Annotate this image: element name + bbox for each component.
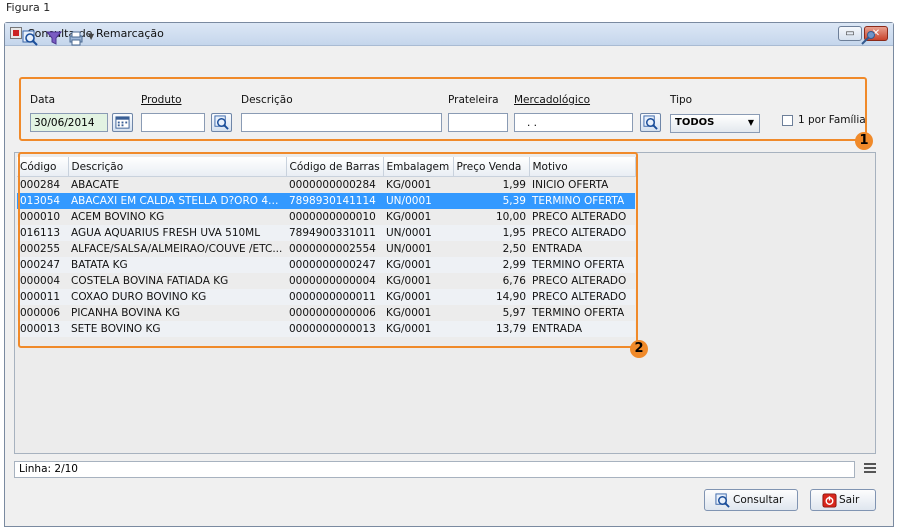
produto-field[interactable]	[141, 113, 205, 132]
filter-icon[interactable]	[46, 30, 62, 46]
consultar-label: Consultar	[733, 494, 784, 506]
mercadologico-search-button[interactable]	[640, 113, 661, 132]
produto-search-button[interactable]	[211, 113, 232, 132]
calendar-button[interactable]	[112, 113, 133, 132]
print-icon[interactable]	[68, 30, 84, 46]
table-highlight	[18, 152, 638, 348]
mercadologico-field[interactable]	[514, 113, 633, 132]
status-linha: Linha: 2/10	[19, 463, 78, 475]
search-icon	[715, 493, 730, 508]
produto-label[interactable]: Produto	[141, 94, 182, 106]
data-label: Data	[30, 94, 56, 106]
familia-checkbox[interactable]	[782, 115, 793, 126]
descricao-label: Descrição	[241, 94, 293, 106]
descricao-field[interactable]	[241, 113, 442, 132]
sair-label: Sair	[839, 494, 860, 506]
prateleira-label: Prateleira	[448, 94, 499, 106]
menu-icon[interactable]	[864, 463, 876, 475]
consultar-button[interactable]: Consultar	[704, 489, 798, 511]
search-icon	[643, 115, 658, 130]
prateleira-field[interactable]	[448, 113, 508, 132]
familia-label: 1 por Família	[798, 114, 866, 126]
tipo-label: Tipo	[670, 94, 693, 106]
annotation-badge-1: 1	[855, 132, 873, 150]
tipo-selected-value: TODOS	[675, 117, 715, 128]
chevron-down-icon: ▼	[747, 118, 754, 127]
title-bar: Consulta de Remarcação ▭ ✕	[5, 23, 893, 46]
calendar-icon	[115, 116, 130, 129]
figure-caption: Figura 1	[6, 1, 51, 14]
print-dropdown-chevron-icon[interactable]: ▼	[88, 32, 94, 41]
key-icon[interactable]	[860, 30, 876, 46]
sair-button[interactable]: Sair	[810, 489, 876, 511]
annotation-badge-2: 2	[630, 340, 648, 358]
exit-icon	[822, 493, 837, 508]
search-icon[interactable]	[22, 30, 38, 46]
mercadologico-label[interactable]: Mercadológico	[514, 94, 590, 106]
app-icon	[10, 27, 22, 39]
tipo-select[interactable]: TODOS ▼	[670, 114, 760, 133]
restore-button[interactable]: ▭	[838, 26, 862, 41]
search-icon	[214, 115, 229, 130]
status-bar: Linha: 2/10	[14, 461, 855, 478]
data-field[interactable]	[30, 113, 108, 132]
